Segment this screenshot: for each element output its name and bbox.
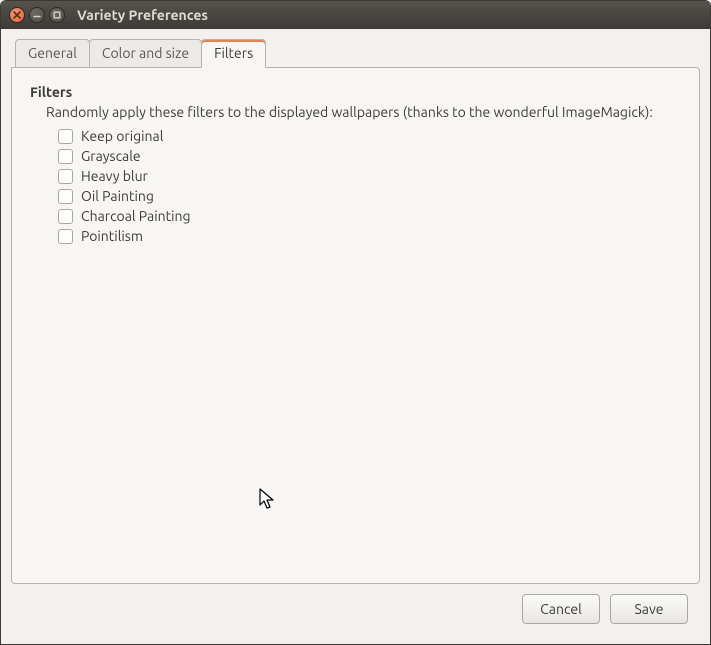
save-button[interactable]: Save — [610, 594, 688, 624]
checkbox-charcoal-painting[interactable] — [58, 209, 73, 224]
tab-filters[interactable]: Filters — [201, 39, 266, 68]
cancel-button[interactable]: Cancel — [522, 594, 600, 624]
checkbox-keep-original[interactable] — [58, 129, 73, 144]
filters-heading: Filters — [30, 84, 681, 100]
titlebar[interactable]: Variety Preferences — [1, 1, 710, 29]
window-controls — [9, 7, 65, 23]
minimize-icon[interactable] — [29, 7, 45, 23]
checkbox-pointilism[interactable] — [58, 229, 73, 244]
tab-bar: General Color and size Filters — [15, 39, 700, 67]
filter-row-grayscale: Grayscale — [58, 148, 681, 164]
tab-color-and-size[interactable]: Color and size — [89, 39, 202, 67]
filters-list: Keep original Grayscale Heavy blur Oil P… — [58, 128, 681, 244]
preferences-window: Variety Preferences General Color and si… — [0, 0, 711, 645]
checkbox-oil-painting[interactable] — [58, 189, 73, 204]
filter-label: Keep original — [81, 128, 163, 144]
filter-row-charcoal-painting: Charcoal Painting — [58, 208, 681, 224]
filter-label: Oil Painting — [81, 188, 154, 204]
filter-label: Pointilism — [81, 228, 143, 244]
maximize-icon[interactable] — [49, 7, 65, 23]
filter-row-heavy-blur: Heavy blur — [58, 168, 681, 184]
filters-description: Randomly apply these filters to the disp… — [46, 104, 681, 120]
dialog-footer: Cancel Save — [11, 584, 700, 636]
filter-label: Grayscale — [81, 148, 141, 164]
filter-row-pointilism: Pointilism — [58, 228, 681, 244]
checkbox-grayscale[interactable] — [58, 149, 73, 164]
window-body: General Color and size Filters Filters R… — [1, 29, 710, 644]
tab-general[interactable]: General — [15, 39, 90, 67]
window-title: Variety Preferences — [77, 7, 208, 23]
filter-label: Heavy blur — [81, 168, 148, 184]
checkbox-heavy-blur[interactable] — [58, 169, 73, 184]
filter-label: Charcoal Painting — [81, 208, 191, 224]
filter-row-keep-original: Keep original — [58, 128, 681, 144]
filter-row-oil-painting: Oil Painting — [58, 188, 681, 204]
filters-panel: Filters Randomly apply these filters to … — [11, 67, 700, 584]
close-icon[interactable] — [9, 7, 25, 23]
